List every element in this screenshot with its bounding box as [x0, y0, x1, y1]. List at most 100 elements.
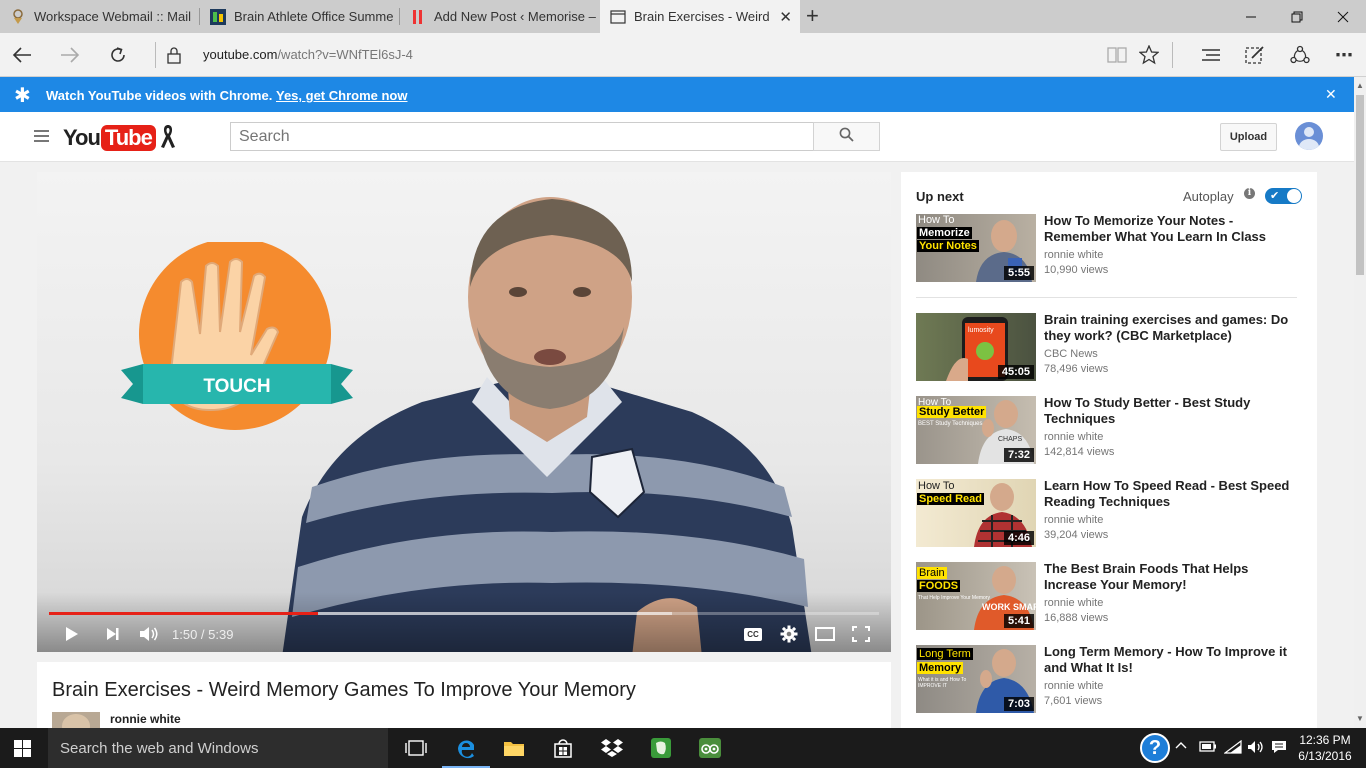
list-item[interactable]: How To Memorize Your Notes 5:55 How To M… [916, 213, 1304, 284]
lock-icon [160, 41, 188, 69]
tab-title: Add New Post ‹ Memorise – [434, 9, 596, 24]
chevron-up-icon[interactable] [1175, 738, 1187, 753]
thumb-text-line2: Memory [917, 662, 964, 674]
next-icon[interactable] [103, 624, 123, 644]
list-item[interactable]: How To Speed Read 4:46 Learn How To Spee… [916, 478, 1304, 549]
video-thumbnail[interactable]: Brain FOODS That Help Improve Your Memor… [916, 562, 1036, 630]
presenter-figure [272, 187, 832, 652]
forward-arrow-icon[interactable] [56, 41, 84, 69]
dropbox-icon[interactable] [588, 728, 636, 768]
channel-avatar[interactable] [52, 712, 100, 728]
more-menu-icon[interactable]: ⋯ [1330, 41, 1358, 69]
scroll-up-arrow-icon[interactable]: ▲ [1356, 81, 1364, 90]
check-icon: ✔ [1270, 190, 1280, 202]
hub-icon[interactable] [1197, 41, 1225, 69]
video-title[interactable]: How To Memorize Your Notes - Remember Wh… [1044, 213, 1304, 245]
help-icon[interactable]: ? [1140, 733, 1170, 763]
list-item[interactable]: Long Term Memory What it is and How To I… [916, 644, 1304, 715]
video-thumbnail[interactable]: How To Speed Read 4:46 [916, 479, 1036, 547]
video-title[interactable]: Long Term Memory - How To Improve it and… [1044, 644, 1304, 676]
search-input[interactable] [230, 122, 814, 151]
thumb-text-line3: Your Notes [917, 240, 979, 252]
minimize-window-icon[interactable] [1228, 0, 1274, 33]
scroll-down-arrow-icon[interactable]: ▼ [1356, 714, 1364, 723]
settings-gear-icon[interactable] [778, 624, 800, 644]
file-explorer-icon[interactable] [490, 728, 538, 768]
wifi-icon[interactable] [1223, 739, 1242, 757]
edge-browser-icon[interactable] [442, 728, 490, 768]
browser-tab-brain-exercises[interactable]: Brain Exercises - Weird M ✕ [600, 0, 800, 33]
battery-icon[interactable] [1199, 740, 1217, 755]
close-tab-icon[interactable]: ✕ [779, 8, 792, 26]
memorise-favicon-icon [410, 9, 426, 25]
youtube-logo[interactable]: You Tube [63, 124, 176, 152]
captions-button[interactable]: CC [741, 624, 765, 644]
windows-taskbar: Search the web and Windows ? 12:36 PM 6/… [0, 728, 1366, 768]
search-button[interactable] [813, 122, 880, 151]
logo-tube: Tube [100, 125, 156, 151]
thumb-text-line1: Brain [917, 567, 947, 579]
autoplay-toggle[interactable]: ✔ [1265, 188, 1302, 204]
webmail-favicon-icon [10, 8, 26, 25]
url-host: youtube.com [203, 47, 278, 62]
video-thumbnail[interactable]: lumosity 45:05 [916, 313, 1036, 381]
info-icon[interactable]: i [1244, 188, 1255, 199]
video-title[interactable]: Brain training exercises and games: Do t… [1044, 312, 1304, 344]
web-note-icon[interactable] [1241, 41, 1269, 69]
address-bar-url[interactable]: youtube.com/watch?v=WNfTEl6sJ-4 [203, 47, 413, 62]
close-window-icon[interactable] [1320, 0, 1366, 33]
windows-start-icon[interactable] [14, 740, 31, 757]
reading-view-icon[interactable] [1103, 41, 1131, 69]
favorite-star-icon[interactable] [1135, 41, 1163, 69]
search-icon [839, 127, 854, 147]
list-item[interactable]: Brain FOODS That Help Improve Your Memor… [916, 561, 1304, 632]
video-thumbnail[interactable]: How To Memorize Your Notes 5:55 [916, 214, 1036, 282]
time-display: 1:50 / 5:39 [172, 627, 234, 642]
account-avatar-icon[interactable] [1295, 122, 1323, 150]
restore-window-icon[interactable] [1274, 0, 1320, 33]
guide-menu-icon[interactable] [34, 130, 49, 145]
list-item[interactable]: How To Study Better BEST Study Technique… [916, 395, 1304, 466]
video-title[interactable]: Learn How To Speed Read - Best Speed Rea… [1044, 478, 1304, 510]
play-icon[interactable] [62, 624, 82, 644]
video-info-card: Brain Exercises - Weird Memory Games To … [37, 662, 891, 728]
store-icon[interactable] [539, 728, 587, 768]
youtube-masthead: You Tube Upload [0, 112, 1354, 162]
new-tab-button[interactable]: + [806, 3, 819, 29]
seek-bar[interactable] [49, 612, 879, 615]
speaker-icon[interactable] [1247, 740, 1265, 757]
action-center-icon[interactable] [1271, 740, 1287, 757]
browser-tab-webmail[interactable]: Workspace Webmail :: Mail [0, 0, 200, 33]
back-arrow-icon[interactable] [8, 41, 36, 69]
evernote-icon[interactable] [637, 728, 685, 768]
office-favicon-icon [210, 8, 226, 25]
tripadvisor-icon[interactable] [686, 728, 734, 768]
upload-button[interactable]: Upload [1220, 123, 1277, 151]
video-channel: ronnie white [1044, 431, 1104, 443]
thumb-text-line1: How To [918, 214, 955, 226]
browser-tab-office[interactable]: Brain Athlete Office Summe [200, 0, 400, 33]
video-channel: CBC News [1044, 348, 1098, 360]
share-icon[interactable] [1286, 41, 1314, 69]
browser-tab-add-post[interactable]: Add New Post ‹ Memorise – [400, 0, 600, 33]
get-chrome-link[interactable]: Yes, get Chrome now [276, 88, 407, 103]
taskbar-search-box[interactable]: Search the web and Windows [48, 728, 388, 768]
refresh-icon[interactable] [104, 41, 132, 69]
taskbar-clock[interactable]: 12:36 PM 6/13/2016 [1296, 732, 1354, 764]
theater-mode-icon[interactable] [813, 624, 837, 644]
video-thumbnail[interactable]: How To Study Better BEST Study Technique… [916, 396, 1036, 464]
fullscreen-icon[interactable] [849, 624, 873, 644]
tab-title: Workspace Webmail :: Mail [34, 9, 192, 24]
task-view-icon[interactable] [392, 728, 440, 768]
video-title[interactable]: How To Study Better - Best Study Techniq… [1044, 395, 1304, 427]
page-scrollbar[interactable]: ▲ ▼ [1354, 77, 1366, 728]
video-player[interactable]: TOUCH 1:50 / 5:39 CC [37, 172, 891, 652]
video-thumbnail[interactable]: Long Term Memory What it is and How To I… [916, 645, 1036, 713]
volume-icon[interactable] [137, 624, 161, 644]
video-title[interactable]: The Best Brain Foods That Helps Increase… [1044, 561, 1304, 593]
scrollbar-thumb[interactable] [1356, 95, 1364, 275]
list-item[interactable]: lumosity 45:05 Brain training exercises … [916, 312, 1304, 383]
tab-title: Brain Athlete Office Summe [234, 9, 394, 24]
channel-name[interactable]: ronnie white [110, 712, 181, 726]
close-banner-icon[interactable]: ✕ [1325, 86, 1337, 103]
